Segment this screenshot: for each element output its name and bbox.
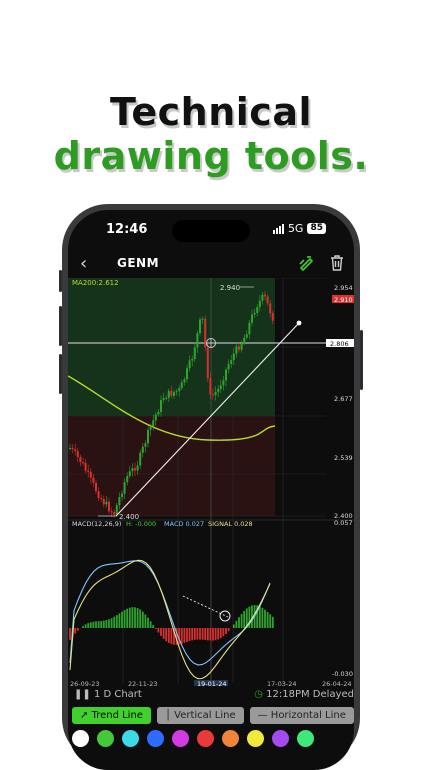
macd-h-value: H: -0.000 xyxy=(126,520,156,528)
price-axis-label: 2.677 xyxy=(334,395,353,403)
period-label[interactable]: ❚❚ 1 D Chart xyxy=(74,689,142,700)
ma-zone-below xyxy=(68,416,275,516)
color-swatch[interactable] xyxy=(97,730,114,747)
tool-label: Vertical Line xyxy=(174,710,235,721)
pen-icon[interactable] xyxy=(298,255,314,271)
phone-power-button xyxy=(360,330,363,390)
color-swatch[interactable] xyxy=(122,730,139,747)
phone-volume-up xyxy=(59,306,62,346)
macd-value: MACD 0.027 xyxy=(164,520,204,528)
macd-axis-label: -0.030 xyxy=(332,670,353,678)
macd-title: MACD(12,26,9) xyxy=(72,520,121,528)
status-time: 12:46 xyxy=(106,222,147,237)
price-axis-label: 2.954 xyxy=(334,284,353,292)
battery-icon: 85 xyxy=(307,223,326,234)
color-swatch[interactable] xyxy=(222,730,239,747)
tool-label: Trend Line xyxy=(92,710,143,721)
ticker-symbol: GENM xyxy=(117,256,159,270)
color-swatch[interactable] xyxy=(247,730,264,747)
chevron-left-icon[interactable]: ‹ xyxy=(80,253,87,274)
delay-status: ◷ 12:18PM Delayed xyxy=(254,689,354,700)
price-axis-label: 2.539 xyxy=(334,454,353,462)
signal-icon xyxy=(273,224,284,234)
phone-action-button xyxy=(59,270,62,292)
color-swatch[interactable] xyxy=(72,730,89,747)
high-label: 2.940 xyxy=(220,284,240,292)
tool-trend-line[interactable]: ➚ Trend Line xyxy=(72,707,151,724)
phone-volume-down xyxy=(59,354,62,394)
tool-label: Horizontal Line xyxy=(271,710,346,721)
color-swatch[interactable] xyxy=(172,730,189,747)
phone-screen: 12:46 5G 85 ‹ GENM MA200:2.612 xyxy=(68,210,354,770)
trash-icon[interactable] xyxy=(330,255,344,271)
delay-label: 12:18PM Delayed xyxy=(266,689,354,700)
dynamic-island xyxy=(172,220,250,242)
headline-line-2: drawing tools. xyxy=(0,134,422,178)
ma-label: MA200:2.612 xyxy=(72,279,119,287)
color-swatch[interactable] xyxy=(197,730,214,747)
color-swatch-row xyxy=(72,730,314,747)
period-value: 1 D Chart xyxy=(94,689,142,700)
color-swatch[interactable] xyxy=(297,730,314,747)
network-label: 5G xyxy=(288,222,304,235)
trend-line-handle[interactable] xyxy=(297,321,302,326)
tool-vertical-line[interactable]: │ Vertical Line xyxy=(157,707,244,724)
signal-value: SIGNAL 0.028 xyxy=(208,520,253,528)
status-indicators: 5G 85 xyxy=(273,222,326,235)
chart-footer: ❚❚ 1 D Chart ◷ 12:18PM Delayed xyxy=(68,686,354,704)
chart-nav-bar: ‹ GENM xyxy=(68,250,354,278)
price-chart[interactable]: MA200:2.612 2.940 2.400 2.954 2.910 2.80… xyxy=(68,278,354,686)
last-price-label: 2.910 xyxy=(334,296,353,304)
headline-line-1: Technical xyxy=(0,90,422,134)
color-swatch[interactable] xyxy=(147,730,164,747)
clock-icon: ◷ xyxy=(254,689,263,700)
crosshair-price-label: 2.806 xyxy=(330,340,349,348)
drawing-tool-list: ➚ Trend Line │ Vertical Line — Horizonta… xyxy=(72,707,354,725)
color-swatch[interactable] xyxy=(272,730,289,747)
tool-horizontal-line[interactable]: — Horizontal Line xyxy=(250,707,354,724)
